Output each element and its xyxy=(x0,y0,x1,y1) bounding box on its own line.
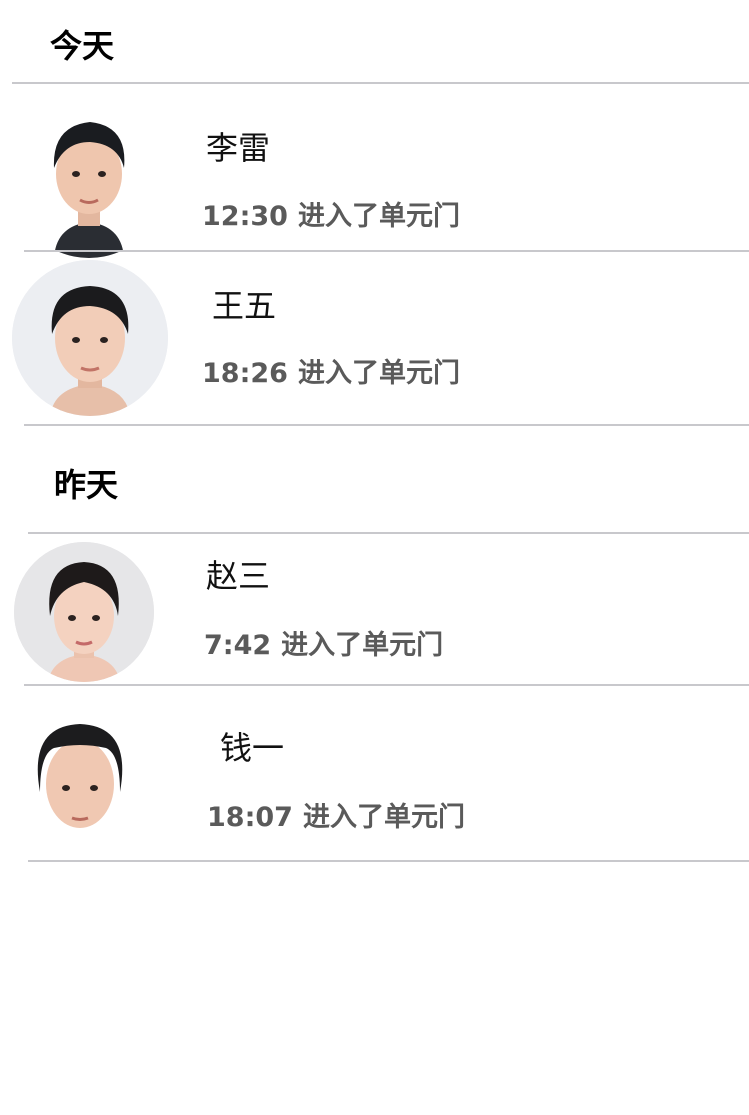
section-title: 今天 xyxy=(50,27,115,65)
access-record: 18:07 进入了单元门 xyxy=(207,804,465,831)
divider xyxy=(24,424,749,426)
section-title: 昨天 xyxy=(54,466,119,504)
record-time: 7:42 xyxy=(204,630,272,661)
person-name: 李雷 xyxy=(206,129,271,167)
avatar xyxy=(12,260,168,416)
person-name: 钱一 xyxy=(220,729,285,767)
person-name: 王五 xyxy=(212,287,277,325)
record-action: 进入了单元门 xyxy=(297,201,460,232)
record-action: 进入了单元门 xyxy=(302,802,465,833)
person-photo-icon xyxy=(14,542,154,682)
divider xyxy=(28,860,749,862)
record-time: 18:07 xyxy=(207,802,293,833)
access-record-item[interactable]: 李雷 12:30 进入了单元门 xyxy=(0,84,749,258)
access-record-item[interactable]: 赵三 7:42 进入了单元门 xyxy=(0,534,749,684)
avatar xyxy=(14,542,154,682)
person-name: 赵三 xyxy=(206,557,271,595)
access-record-item[interactable]: 王五 18:26 进入了单元门 xyxy=(0,252,749,424)
access-record: 18:26 进入了单元门 xyxy=(202,360,460,387)
record-time: 18:26 xyxy=(202,358,288,389)
record-time: 12:30 xyxy=(202,201,288,232)
record-action: 进入了单元门 xyxy=(297,358,460,389)
access-record: 12:30 进入了单元门 xyxy=(202,203,460,230)
record-action: 进入了单元门 xyxy=(281,630,444,661)
avatar xyxy=(2,696,158,852)
person-photo-icon xyxy=(12,104,166,258)
avatar xyxy=(12,104,166,258)
access-record-item[interactable]: 钱一 18:07 进入了单元门 xyxy=(0,686,749,860)
person-photo-icon xyxy=(2,696,158,852)
access-record: 7:42 进入了单元门 xyxy=(204,632,443,659)
person-photo-icon xyxy=(12,260,168,416)
